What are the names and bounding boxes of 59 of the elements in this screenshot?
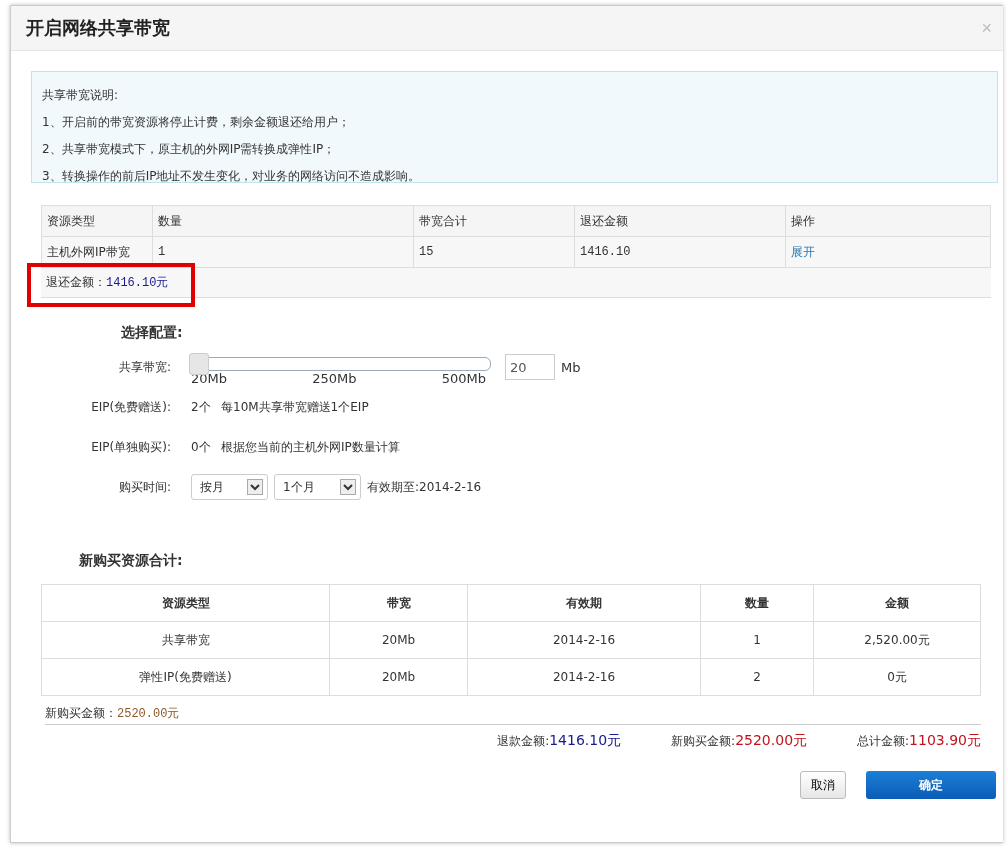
eip-note: 每10M共享带宽赠送1个EIP — [221, 398, 369, 416]
column-header: 资源类型 — [41, 205, 153, 237]
notice-text: 3、转换操作的前后IP地址不发生变化，对业务的网络访问不造成影响。 — [42, 168, 422, 185]
field-label: EIP(单独购买): — [90, 438, 172, 456]
table-cell: 15 — [413, 236, 575, 268]
table-cell: 共享带宽 — [41, 621, 330, 659]
column-header: 数量 — [152, 205, 414, 237]
column-header: 资源类型 — [41, 584, 330, 622]
table-cell: 1416.10 — [574, 236, 786, 268]
column-header: 操作 — [785, 205, 991, 237]
expand-link[interactable]: 展开 — [791, 244, 815, 259]
notice-text: 1、开启前的带宽资源将停止计费，剩余金额退还给用户； — [42, 114, 351, 131]
table-cell: 20Mb — [329, 658, 468, 696]
table-cell: 2014-2-16 — [467, 621, 701, 659]
slider-tick-label: 500Mb — [441, 370, 486, 386]
total-label: 新购买金额: — [671, 734, 736, 748]
duration-select[interactable]: 1个月 — [274, 474, 361, 500]
table-cell: 20Mb — [329, 621, 468, 659]
eip-count: 2个 — [191, 398, 212, 416]
table-cell: 弹性IP(免费赠送) — [41, 658, 330, 696]
eip-note: 根据您当前的主机外网IP数量计算 — [221, 438, 400, 456]
column-header: 有效期 — [467, 584, 701, 622]
field-label: 共享带宽: — [117, 358, 172, 376]
total-amount: 2520.00元 — [735, 732, 808, 748]
refund-amount: 1416.10元 — [106, 275, 169, 291]
dialog-title: 开启网络共享带宽 — [26, 16, 170, 40]
column-header: 带宽合计 — [413, 205, 575, 237]
purchase-label: 新购买金额： — [45, 704, 117, 722]
table-cell: 2 — [700, 658, 814, 696]
cancel-button[interactable]: 取消 — [800, 771, 846, 799]
column-header: 数量 — [700, 584, 814, 622]
total-label: 总计金额: — [857, 734, 910, 748]
notice-text: 2、共享带宽模式下，原主机的外网IP需转换成弹性IP； — [42, 141, 337, 158]
purchase-amount: 2520.00元 — [117, 705, 180, 722]
field-label: 购买时间: — [117, 478, 172, 496]
bandwidth-input[interactable]: 20 — [505, 354, 555, 380]
eip-count: 0个 — [191, 438, 212, 456]
column-header: 金额 — [813, 584, 981, 622]
billing-select[interactable]: 按月 — [191, 474, 268, 500]
table-cell: 2014-2-16 — [467, 658, 701, 696]
total-amount: 1103.90元 — [909, 732, 981, 748]
slider-thumb[interactable] — [189, 352, 209, 375]
section-heading: 选择配置: — [121, 324, 184, 342]
table-cell: 1 — [700, 621, 814, 659]
notice-heading: 共享带宽说明: — [42, 87, 120, 104]
table-cell: 2,520.00元 — [813, 621, 981, 659]
table-cell: 1 — [152, 236, 414, 268]
total-label: 退款金额: — [497, 734, 550, 748]
expiry-text: 有效期至:2014-2-16 — [367, 478, 482, 496]
slider-tick-label: 250Mb — [312, 370, 357, 386]
column-header: 退还金额 — [574, 205, 786, 237]
confirm-button[interactable]: 确定 — [866, 771, 996, 799]
unit-label: Mb — [561, 359, 581, 375]
total-amount: 1416.10元 — [549, 732, 622, 748]
column-header: 带宽 — [329, 584, 468, 622]
refund-label: 退还金额： — [46, 274, 106, 291]
section-heading: 新购买资源合计: — [79, 552, 184, 570]
table-cell: 0元 — [813, 658, 981, 696]
field-label: EIP(免费赠送): — [90, 398, 172, 416]
